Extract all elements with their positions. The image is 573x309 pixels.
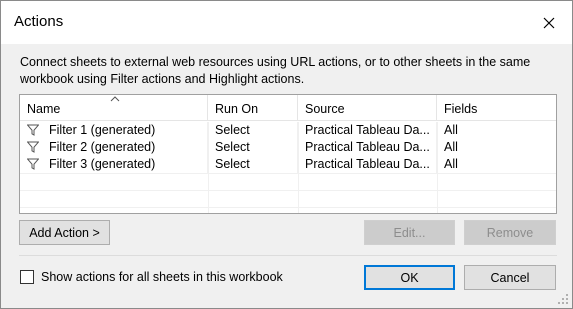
column-divider	[298, 122, 299, 213]
row-divider	[20, 173, 556, 174]
list-header: Name Run On Source Fields	[20, 95, 556, 121]
column-header-source[interactable]: Source	[298, 95, 437, 121]
list-item[interactable]: Filter 1 (generated) Select Practical Ta…	[20, 122, 556, 139]
row-fields: All	[444, 157, 458, 171]
row-divider	[20, 207, 556, 208]
show-all-sheets-checkbox[interactable]	[20, 270, 34, 284]
row-name: Filter 1 (generated)	[42, 122, 208, 139]
row-source: Practical Tableau Da...	[298, 122, 437, 139]
actions-list[interactable]: Name Run On Source Fields Filter 1 (gene…	[19, 94, 557, 214]
filter-icon	[27, 141, 39, 153]
title-bar: Actions	[1, 1, 572, 44]
row-run-on: Select	[208, 122, 298, 139]
row-divider	[20, 190, 556, 191]
column-header-fields[interactable]: Fields	[437, 95, 556, 121]
resize-grip-icon[interactable]	[558, 294, 569, 305]
edit-button[interactable]: Edit...	[364, 220, 455, 245]
add-action-button[interactable]: Add Action >	[19, 220, 110, 245]
separator	[19, 255, 557, 256]
close-icon	[543, 17, 555, 28]
filter-icon	[27, 124, 39, 136]
row-fields: All	[444, 140, 458, 154]
list-item[interactable]: Filter 2 (generated) Select Practical Ta…	[20, 139, 556, 156]
column-header-run-on[interactable]: Run On	[208, 95, 298, 121]
show-all-sheets-label[interactable]: Show actions for all sheets in this work…	[41, 270, 283, 285]
column-divider	[437, 122, 438, 213]
list-item[interactable]: Filter 3 (generated) Select Practical Ta…	[20, 156, 556, 173]
column-header-name-label: Name	[27, 102, 61, 116]
cancel-button[interactable]: Cancel	[464, 265, 556, 290]
close-button[interactable]	[526, 1, 572, 44]
row-fields: All	[444, 123, 458, 137]
remove-button[interactable]: Remove	[464, 220, 556, 245]
column-header-name[interactable]: Name	[20, 95, 208, 121]
row-source: Practical Tableau Da...	[298, 139, 437, 156]
actions-dialog: Actions Connect sheets to external web r…	[0, 0, 573, 309]
dialog-description: Connect sheets to external web resources…	[20, 55, 531, 86]
dialog-title: Actions	[14, 13, 64, 30]
row-name: Filter 2 (generated)	[42, 139, 208, 156]
sort-ascending-icon	[110, 96, 120, 102]
filter-icon	[27, 158, 39, 170]
row-run-on: Select	[208, 139, 298, 156]
row-run-on: Select	[208, 156, 298, 173]
column-divider	[208, 122, 209, 213]
row-source: Practical Tableau Da...	[298, 156, 437, 173]
row-name: Filter 3 (generated)	[42, 156, 208, 173]
ok-button[interactable]: OK	[364, 265, 455, 290]
